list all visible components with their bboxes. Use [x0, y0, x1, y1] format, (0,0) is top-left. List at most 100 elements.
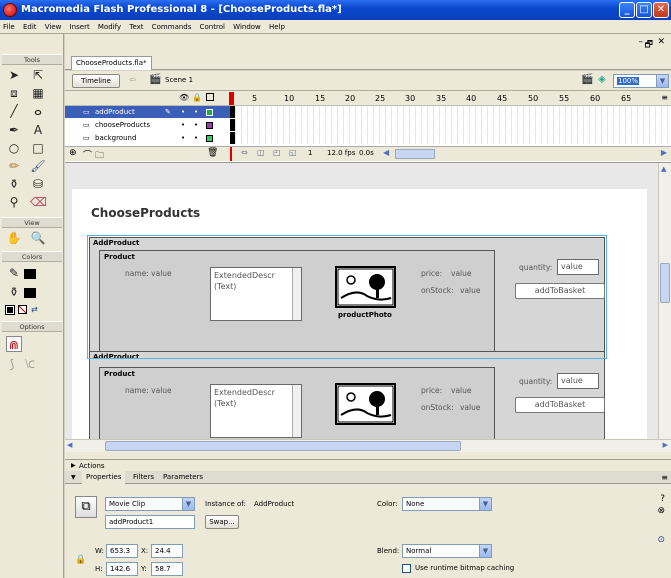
- description-textarea[interactable]: ExtendedDescr (Text): [210, 384, 302, 438]
- insert-layer-icon[interactable]: ⊕: [69, 148, 77, 158]
- swap-button[interactable]: Swap...: [205, 515, 239, 529]
- product-component[interactable]: Product name: value ExtendedDescr (Text)…: [99, 367, 495, 440]
- brush-tool-icon[interactable]: 🖌: [30, 158, 46, 174]
- stage-vertical-scrollbar[interactable]: ▲: [658, 163, 671, 439]
- onion-skin-icon[interactable]: ◫: [257, 148, 265, 157]
- add-guide-layer-icon[interactable]: ⌒: [83, 148, 92, 161]
- outline-swatch[interactable]: [206, 122, 213, 129]
- menu-view[interactable]: View: [45, 23, 62, 31]
- textarea-scrollbar[interactable]: [292, 268, 301, 320]
- product-component[interactable]: Product name: value ExtendedDescr (Text)…: [99, 250, 495, 353]
- add-to-basket-button[interactable]: addToBasket: [515, 283, 605, 299]
- actions-panel-header[interactable]: ▶ Actions: [65, 459, 671, 471]
- edit-icon[interactable]: ⊗: [657, 506, 665, 516]
- no-color-icon[interactable]: [18, 305, 27, 314]
- instance-name-input[interactable]: addProduct1: [105, 515, 195, 529]
- zoom-tool-icon[interactable]: 🔍: [30, 230, 46, 246]
- outline-swatch[interactable]: [206, 109, 213, 116]
- pen-tool-icon[interactable]: ✒: [6, 122, 22, 138]
- maximize-button[interactable]: □: [636, 2, 652, 18]
- keyframe[interactable]: [230, 119, 235, 131]
- fill-color-swatch[interactable]: [24, 288, 36, 298]
- edit-symbols-icon[interactable]: ◈: [598, 74, 606, 85]
- timeline-hscroll-thumb[interactable]: [395, 149, 435, 159]
- y-input[interactable]: 58.7: [151, 562, 183, 576]
- vscroll-thumb[interactable]: [660, 263, 670, 303]
- height-input[interactable]: 142.6: [106, 562, 138, 576]
- text-tool-icon[interactable]: A: [30, 122, 46, 138]
- color-select[interactable]: None ▼: [402, 497, 492, 511]
- eraser-tool-icon[interactable]: ⌫: [30, 194, 47, 210]
- scroll-up-arrow-icon[interactable]: ▲: [661, 165, 666, 173]
- doc-restore-icon[interactable]: –: [639, 37, 644, 47]
- trash-icon[interactable]: 🗑: [207, 148, 218, 158]
- menu-edit[interactable]: Edit: [23, 23, 37, 31]
- lasso-tool-icon[interactable]: ⴰ: [30, 103, 46, 119]
- close-button[interactable]: ✕: [653, 2, 669, 18]
- layer-frames[interactable]: [230, 132, 671, 144]
- document-tab[interactable]: ChooseProducts.fla*: [71, 56, 152, 70]
- menu-modify[interactable]: Modify: [98, 23, 121, 31]
- layer-frames[interactable]: [230, 119, 671, 131]
- edit-scene-icon[interactable]: 🎬: [581, 74, 593, 85]
- tab-parameters[interactable]: Parameters: [163, 471, 203, 484]
- onion-outlines-icon[interactable]: ◰: [273, 148, 281, 157]
- insert-folder-icon[interactable]: 🗀: [95, 148, 104, 164]
- stroke-color-swatch[interactable]: [24, 269, 36, 279]
- add-to-basket-button[interactable]: addToBasket: [515, 397, 605, 413]
- stroke-color-icon[interactable]: ✎: [6, 265, 22, 281]
- menu-commands[interactable]: Commands: [152, 23, 192, 31]
- visibility-dot[interactable]: •: [181, 119, 185, 131]
- collapse-panel-icon[interactable]: ⊙: [657, 535, 665, 545]
- add-product-component[interactable]: AddProduct Product name: value ExtendedD…: [89, 237, 605, 357]
- fill-color-icon[interactable]: ⚱: [6, 284, 22, 300]
- panel-menu-icon[interactable]: ≡: [661, 471, 668, 484]
- rectangle-tool-icon[interactable]: □: [30, 140, 46, 156]
- textarea-scrollbar[interactable]: [292, 385, 301, 437]
- edit-multiple-frames-icon[interactable]: ◱: [289, 148, 297, 157]
- symbol-type-select[interactable]: Movie Clip ▼: [105, 497, 195, 511]
- menu-help[interactable]: Help: [269, 23, 285, 31]
- scroll-right-arrow-icon[interactable]: ▶: [661, 148, 667, 157]
- lock-dot[interactable]: •: [194, 106, 198, 118]
- outline-swatch[interactable]: [206, 135, 213, 142]
- selection-tool-icon[interactable]: ➤: [6, 67, 22, 83]
- pencil-tool-icon[interactable]: ✏: [6, 158, 22, 174]
- ink-bottle-tool-icon[interactable]: ⚱: [6, 176, 22, 192]
- doc-close-icon[interactable]: ✕: [657, 37, 665, 47]
- hand-tool-icon[interactable]: ✋: [6, 230, 22, 246]
- swap-colors-icon[interactable]: ⇄: [31, 305, 41, 314]
- layer-row[interactable]: ▭ addProduct ✎ • •: [65, 106, 230, 118]
- timeline-menu-icon[interactable]: ≡: [661, 93, 668, 102]
- back-arrow-icon[interactable]: ⇦: [129, 75, 136, 84]
- description-textarea[interactable]: ExtendedDescr (Text): [210, 267, 302, 321]
- visibility-dot[interactable]: •: [181, 132, 185, 144]
- quantity-input[interactable]: value: [557, 259, 599, 275]
- menu-file[interactable]: File: [3, 23, 15, 31]
- oval-tool-icon[interactable]: ○: [6, 140, 22, 156]
- minimize-button[interactable]: _: [619, 2, 635, 18]
- subselection-tool-icon[interactable]: ⇱: [30, 67, 46, 83]
- blend-select[interactable]: Normal ▼: [402, 544, 492, 558]
- bitmap-caching-checkbox[interactable]: [402, 564, 411, 573]
- outline-all-icon[interactable]: [206, 93, 214, 101]
- quantity-input[interactable]: value: [557, 373, 599, 389]
- show-hide-all-icon[interactable]: 👁: [179, 93, 189, 102]
- snap-to-objects-icon[interactable]: ⋒: [6, 336, 22, 352]
- tab-filters[interactable]: Filters: [133, 471, 154, 484]
- lock-dot[interactable]: •: [194, 119, 198, 131]
- visibility-dot[interactable]: •: [181, 106, 185, 118]
- layer-row[interactable]: ▭ background • •: [65, 132, 230, 144]
- scroll-right-arrow-icon[interactable]: ▶: [663, 441, 668, 449]
- layer-frames[interactable]: [230, 106, 671, 118]
- black-white-icon[interactable]: [5, 305, 15, 315]
- doc-maximize-icon[interactable]: 🗗: [645, 37, 653, 53]
- tab-properties[interactable]: Properties: [82, 471, 126, 484]
- zoom-select[interactable]: 100% ▼: [613, 74, 669, 88]
- width-input[interactable]: 653.3: [106, 544, 138, 558]
- keyframe[interactable]: [230, 106, 235, 118]
- lock-dot[interactable]: •: [194, 132, 198, 144]
- gradient-transform-tool-icon[interactable]: ▦: [30, 85, 46, 101]
- stage-horizontal-scrollbar[interactable]: ◀ ▶: [65, 439, 671, 452]
- hscroll-thumb[interactable]: [105, 441, 461, 451]
